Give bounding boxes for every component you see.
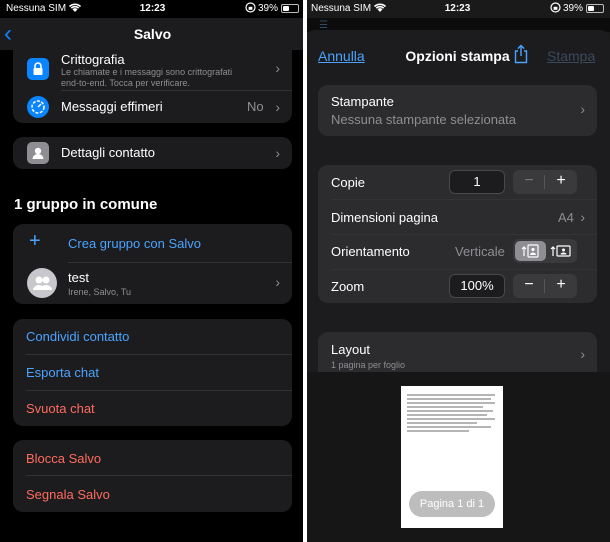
rotation-lock-icon bbox=[245, 2, 256, 13]
divider bbox=[26, 475, 292, 476]
share-contact-button[interactable]: Condividi contatto bbox=[26, 329, 129, 344]
contact-card-icon bbox=[27, 142, 49, 164]
layout-label: Layout bbox=[331, 342, 371, 357]
status-bar: Nessuna SIM 12:23 39% bbox=[305, 0, 610, 18]
page-size-label: Dimensioni pagina bbox=[331, 210, 438, 225]
orientation-control[interactable] bbox=[513, 239, 577, 263]
preview-text-line bbox=[407, 430, 469, 432]
report-contact-button[interactable]: Segnala Salvo bbox=[26, 487, 110, 502]
ephemeral-label: Messaggi effimeri bbox=[61, 99, 163, 114]
preview-text-line bbox=[407, 422, 477, 424]
minus-icon[interactable]: − bbox=[513, 172, 545, 190]
chevron-right-icon: › bbox=[275, 60, 280, 76]
groups-card: + Crea gruppo con Salvo test Irene, Salv… bbox=[13, 224, 292, 304]
contact-details-row[interactable]: Dettagli contatto › bbox=[13, 137, 292, 169]
page-indicator: Pagina 1 di 1 bbox=[409, 491, 495, 517]
copies-field[interactable]: 1 bbox=[449, 170, 505, 194]
actions-card: Condividi contatto Esporta chat Svuota c… bbox=[13, 319, 292, 426]
plus-icon[interactable]: + bbox=[545, 172, 577, 190]
preview-text-line bbox=[407, 394, 495, 396]
battery-percent: 39% bbox=[563, 3, 584, 14]
zoom-field[interactable]: 100% bbox=[449, 274, 505, 298]
landscape-orientation-icon[interactable] bbox=[546, 241, 577, 261]
panel-divider bbox=[303, 0, 307, 542]
zoom-row: Zoom 100% − + bbox=[318, 270, 597, 303]
divider bbox=[26, 354, 292, 355]
portrait-orientation-icon[interactable] bbox=[515, 241, 546, 261]
copies-label: Copie bbox=[331, 175, 365, 190]
group-members: Irene, Salvo, Tu bbox=[68, 287, 132, 297]
rotation-lock-icon bbox=[550, 2, 561, 13]
chevron-right-icon: › bbox=[580, 209, 585, 225]
block-contact-button[interactable]: Blocca Salvo bbox=[26, 451, 101, 466]
page-size-row[interactable]: Dimensioni pagina A4 › bbox=[318, 200, 597, 234]
plus-icon: + bbox=[29, 230, 41, 252]
layout-value: 1 pagina per foglio bbox=[331, 360, 406, 370]
chevron-right-icon: › bbox=[275, 99, 280, 115]
contact-details-label: Dettagli contatto bbox=[61, 145, 155, 160]
security-card: Crittografia Le chiamate e i messaggi so… bbox=[13, 50, 292, 123]
clear-chat-button[interactable]: Svuota chat bbox=[26, 401, 95, 416]
orientation-value: Verticale bbox=[455, 244, 505, 259]
preview-text-line bbox=[407, 418, 495, 420]
preview-text-line bbox=[407, 414, 487, 416]
group-avatar bbox=[27, 268, 57, 298]
ephemeral-value: No bbox=[247, 99, 264, 114]
battery-icon bbox=[586, 4, 604, 13]
copies-row: Copie 1 − + bbox=[318, 165, 597, 199]
print-preview-area: Pagina 1 di 1 bbox=[305, 372, 610, 542]
battery-percent: 39% bbox=[258, 3, 279, 14]
preview-text-line bbox=[407, 402, 495, 404]
zoom-stepper[interactable]: − + bbox=[513, 274, 577, 298]
danger-card: Blocca Salvo Segnala Salvo bbox=[13, 440, 292, 512]
preview-text-line bbox=[407, 406, 483, 408]
battery-icon bbox=[281, 4, 299, 13]
lock-icon bbox=[27, 58, 49, 80]
zoom-label: Zoom bbox=[331, 279, 365, 294]
group-row[interactable]: test Irene, Salvo, Tu › bbox=[13, 263, 292, 304]
timer-icon bbox=[27, 96, 49, 118]
chevron-right-icon: › bbox=[275, 145, 280, 161]
encryption-desc-line1: Le chiamate e i messaggi sono crittograf… bbox=[61, 67, 233, 77]
minus-icon[interactable]: − bbox=[513, 276, 545, 294]
print-options-screen: Nessuna SIM 12:23 39% ☰ Annulla Opzioni … bbox=[305, 0, 610, 542]
group-name: test bbox=[68, 270, 89, 285]
orientation-label: Orientamento bbox=[331, 244, 410, 259]
contact-info-screen: Nessuna SIM 12:23 39% ‹ Salvo Crittograf… bbox=[0, 0, 305, 542]
page-size-value: A4 bbox=[558, 210, 574, 225]
print-button[interactable]: Stampa bbox=[547, 48, 595, 64]
share-icon[interactable] bbox=[513, 44, 529, 64]
page-title: Salvo bbox=[133, 26, 172, 42]
ephemeral-row[interactable]: Messaggi effimeri No › bbox=[13, 91, 292, 123]
encryption-desc-line2: end-to-end. Tocca per verificare. bbox=[61, 78, 190, 88]
groups-heading: 1 gruppo in comune bbox=[14, 196, 158, 213]
preview-text-line bbox=[407, 410, 493, 412]
encryption-title: Crittografia bbox=[61, 52, 125, 67]
encryption-row[interactable]: Crittografia Le chiamate e i messaggi so… bbox=[13, 50, 292, 90]
orientation-row: Orientamento Verticale bbox=[318, 235, 597, 269]
printer-label: Stampante bbox=[331, 94, 394, 109]
create-group-label: Crea gruppo con Salvo bbox=[68, 236, 201, 251]
chevron-right-icon: › bbox=[580, 346, 585, 362]
chevron-right-icon: › bbox=[580, 101, 585, 117]
create-group-row[interactable]: + Crea gruppo con Salvo bbox=[13, 224, 292, 262]
print-options-card: Copie 1 − + Dimensioni pagina A4 › Orien… bbox=[318, 165, 597, 303]
printer-value: Nessuna stampante selezionata bbox=[331, 112, 517, 127]
layout-row[interactable]: Layout 1 pagina per foglio › bbox=[318, 332, 597, 376]
preview-text-line bbox=[407, 398, 491, 400]
chevron-right-icon: › bbox=[275, 274, 280, 290]
divider bbox=[26, 390, 292, 391]
preview-text-line bbox=[407, 426, 491, 428]
printer-row[interactable]: Stampante Nessuna stampante selezionata … bbox=[318, 85, 597, 136]
plus-icon[interactable]: + bbox=[545, 276, 577, 294]
copies-stepper[interactable]: − + bbox=[513, 170, 577, 194]
export-chat-button[interactable]: Esporta chat bbox=[26, 365, 99, 380]
status-bar: Nessuna SIM 12:23 39% bbox=[0, 0, 305, 18]
nav-bar: ‹ Salvo bbox=[0, 18, 305, 50]
